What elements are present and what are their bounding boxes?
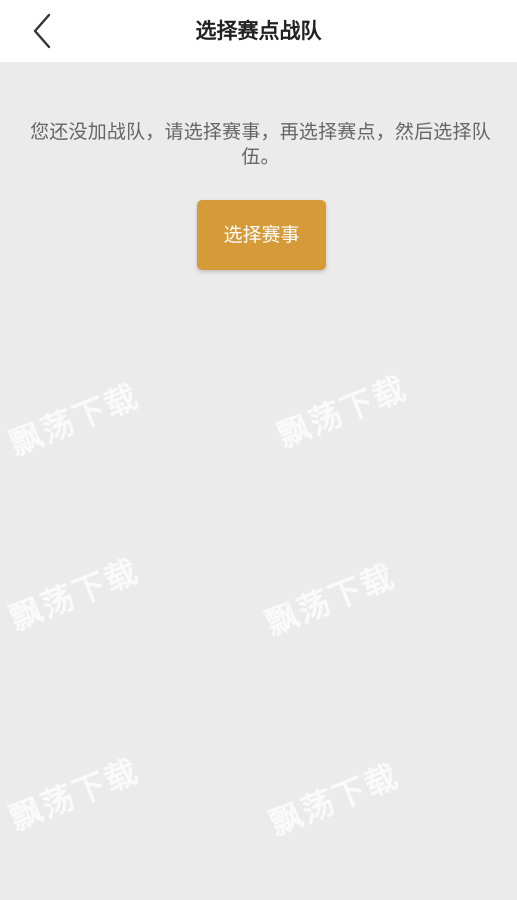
watermark: 飘荡下载	[272, 368, 413, 455]
chevron-left-icon	[33, 13, 51, 49]
top-bar: 选择赛点战队	[0, 0, 517, 62]
app-screen: 选择赛点战队 您还没加战队，请选择赛事，再选择赛点，然后选择队伍。 选择赛事 飘…	[0, 0, 517, 900]
back-button[interactable]	[22, 11, 62, 51]
select-event-button[interactable]: 选择赛事	[197, 200, 326, 270]
watermark: 飘荡下载	[4, 376, 145, 463]
watermark: 飘荡下载	[4, 751, 145, 838]
no-team-hint: 您还没加战队，请选择赛事，再选择赛点，然后选择队伍。	[30, 121, 491, 168]
watermark: 飘荡下载	[4, 551, 145, 638]
page-title: 选择赛点战队	[195, 19, 322, 43]
watermark: 飘荡下载	[264, 756, 405, 843]
watermark: 飘荡下载	[260, 556, 401, 643]
main-content: 您还没加战队，请选择赛事，再选择赛点，然后选择队伍。 选择赛事 飘荡下载 飘荡下…	[0, 62, 517, 900]
